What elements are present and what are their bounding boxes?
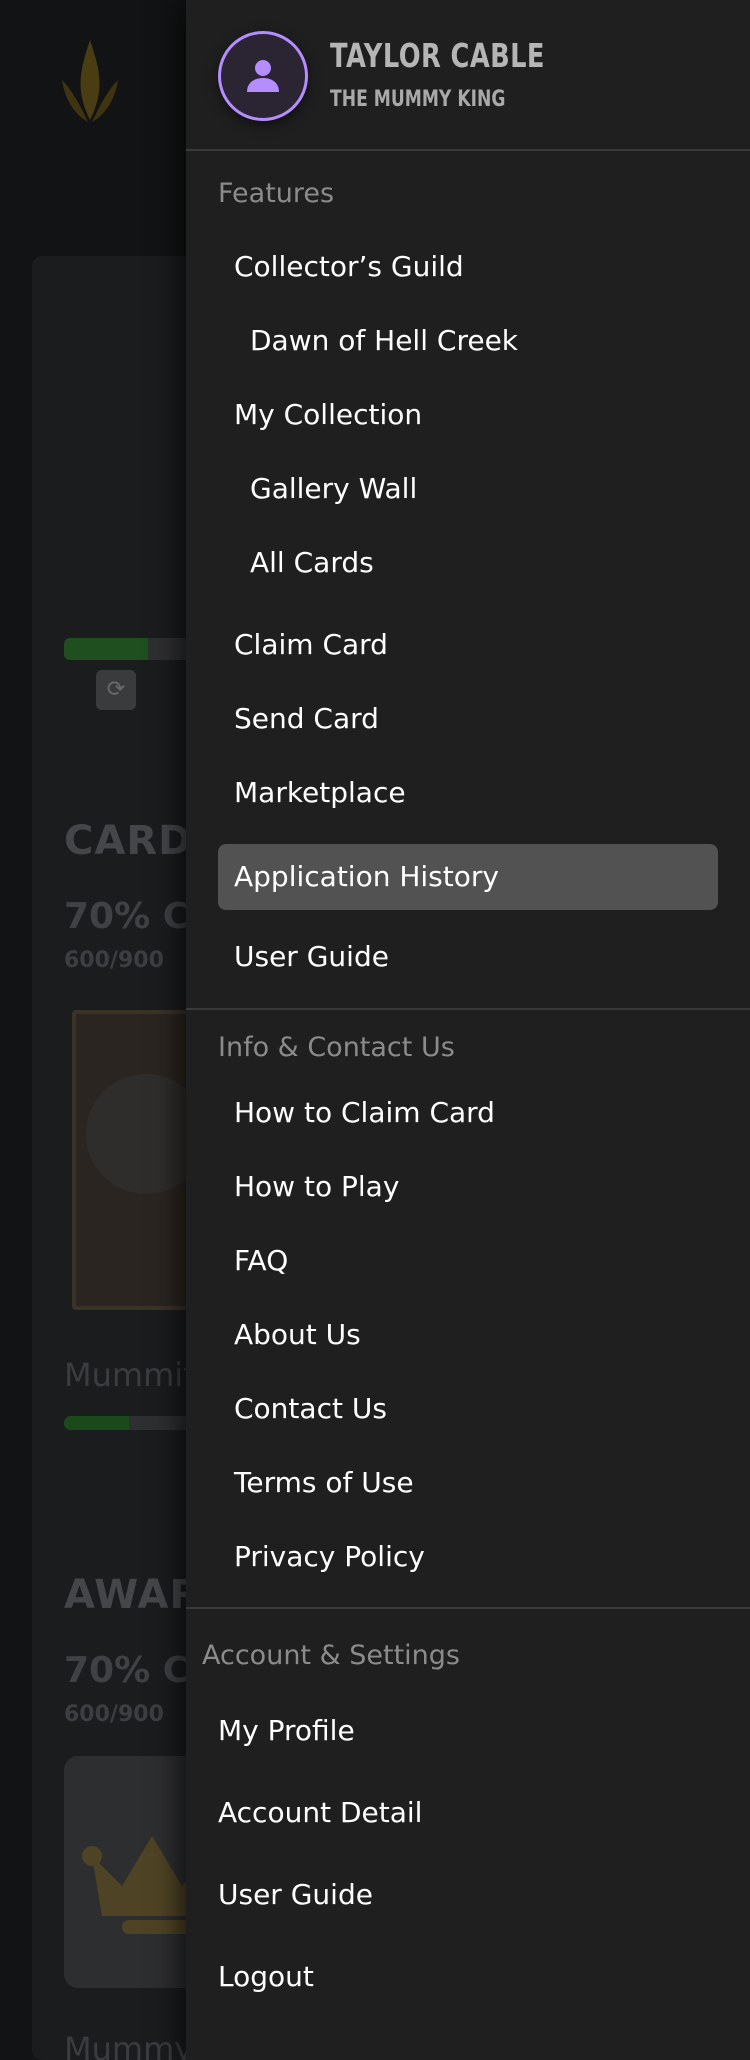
menu-item-claim-card[interactable]: Claim Card (234, 628, 388, 661)
avatar[interactable] (218, 31, 308, 121)
card-progress-fill (64, 1416, 129, 1430)
user-name: TAYLOR CABLE (330, 36, 545, 75)
card-progress-bar (64, 1416, 194, 1430)
menu-item-marketplace[interactable]: Marketplace (234, 776, 406, 809)
menu-item-privacy-policy[interactable]: Privacy Policy (234, 1540, 425, 1573)
menu-item-terms-of-use[interactable]: Terms of Use (234, 1466, 414, 1499)
card-name: Mummif (64, 1356, 195, 1394)
divider (186, 1607, 750, 1609)
menu-item-gallery-wall[interactable]: Gallery Wall (250, 472, 417, 505)
menu-item-how-to-claim-card[interactable]: How to Claim Card (234, 1096, 495, 1129)
share-icon[interactable]: ⟳ (96, 670, 136, 710)
user-title: THE MUMMY KING (330, 87, 506, 112)
menu-item-account-detail[interactable]: Account Detail (218, 1796, 422, 1829)
menu-item-faq[interactable]: FAQ (234, 1244, 288, 1277)
menu-item-all-cards[interactable]: All Cards (250, 546, 374, 579)
menu-item-logout[interactable]: Logout (218, 1960, 314, 1993)
menu-item-my-collection[interactable]: My Collection (234, 398, 422, 431)
section-title-features: Features (218, 178, 335, 209)
person-icon (247, 60, 279, 92)
cards-progress-fill (64, 638, 148, 660)
menu-item-send-card[interactable]: Send Card (234, 702, 379, 735)
brand-logo-icon (62, 40, 118, 122)
navigation-drawer: TAYLOR CABLE THE MUMMY KING Features Col… (186, 0, 750, 2060)
section-title-account: Account & Settings (202, 1640, 460, 1671)
menu-item-user-guide[interactable]: User Guide (234, 940, 389, 973)
award-name: Mummy (64, 2030, 194, 2060)
menu-item-user-guide-account[interactable]: User Guide (218, 1878, 373, 1911)
drawer-header: TAYLOR CABLE THE MUMMY KING (186, 0, 750, 151)
menu-item-contact-us[interactable]: Contact Us (234, 1392, 387, 1425)
menu-item-my-profile[interactable]: My Profile (218, 1714, 355, 1747)
menu-item-collectors-guild[interactable]: Collector’s Guild (234, 250, 464, 283)
menu-item-how-to-play[interactable]: How to Play (234, 1170, 399, 1203)
section-title-info: Info & Contact Us (218, 1032, 455, 1063)
menu-item-about-us[interactable]: About Us (234, 1318, 361, 1351)
awards-count: 600/900 (64, 1702, 164, 1727)
cards-count: 600/900 (64, 948, 164, 973)
divider (186, 1008, 750, 1010)
cards-progress-bar (64, 638, 204, 660)
menu-item-dawn-of-hell-creek[interactable]: Dawn of Hell Creek (250, 324, 518, 357)
menu-item-application-history[interactable]: Application History (218, 844, 718, 910)
